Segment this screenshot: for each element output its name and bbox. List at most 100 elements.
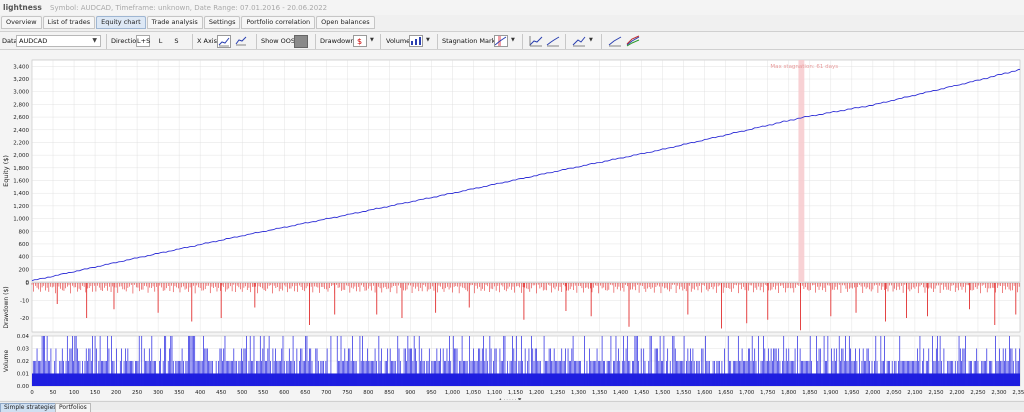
y-tick-label: 2,200	[13, 140, 29, 146]
x-tick-label: 350	[174, 390, 185, 396]
toolbar-divider	[565, 34, 566, 49]
toolbar-divider	[192, 34, 193, 49]
tab-portfolios[interactable]: Portfolios	[55, 403, 91, 412]
app-subtitle: Symbol: AUDCAD, Timeframe: unknown, Date…	[50, 4, 328, 12]
chevron-down-icon[interactable]: ▼	[589, 37, 593, 43]
x-tick-label: 1,950	[844, 390, 860, 396]
y-tick-label: 0.02	[17, 359, 29, 365]
x-tick-label: 0	[30, 390, 34, 396]
x-tick-label: 1,050	[466, 390, 482, 396]
title-bar: lightness Symbol: AUDCAD, Timeframe: unk…	[0, 0, 1024, 15]
toolbar-divider	[601, 34, 602, 49]
drawdown-y-axis-label: Drawdown ($)	[3, 286, 10, 328]
toolbar-divider	[106, 34, 107, 49]
equity-y-axis-label: Equity ($)	[2, 155, 10, 187]
x-tick-label: 1,850	[802, 390, 818, 396]
app-name: lightness	[3, 3, 42, 12]
x-tick-label: 50	[50, 390, 57, 396]
tab-bar: Overview List of trades Equity chart Tra…	[0, 16, 375, 30]
y-tick-label: 200	[19, 267, 30, 273]
stagnation-band	[798, 60, 805, 282]
y-tick-label: 3,000	[13, 90, 29, 96]
chart-toolbar: Data AUDCAD ▼ Direction L+S L S X Axis S…	[0, 31, 1024, 50]
x-tick-label: 650	[300, 390, 311, 396]
stagnation-marker-icon[interactable]	[494, 35, 508, 47]
volume-label: Volume	[386, 37, 411, 45]
y-tick-label: 1,200	[13, 204, 29, 210]
x-tick-label: 1,900	[823, 390, 839, 396]
tab-trade-analysis[interactable]: Trade analysis	[146, 16, 203, 29]
drawdown-dollar-icon[interactable]: $	[353, 35, 367, 47]
x-tick-label: 2,000	[865, 390, 881, 396]
chart-balance-icon[interactable]	[546, 35, 560, 48]
tab-open-balances[interactable]: Open balances	[316, 16, 375, 29]
x-tick-label: 2,250	[970, 390, 986, 396]
chart-compare-icon[interactable]	[608, 35, 622, 48]
x-axis-trades-icon[interactable]	[217, 35, 231, 48]
y-tick-label: -20	[20, 316, 29, 322]
y-tick-label: 2,600	[13, 115, 29, 121]
chart-multi-series-icon[interactable]	[626, 35, 640, 48]
x-axis-time-icon[interactable]	[235, 35, 249, 48]
toolbar-divider	[380, 34, 381, 49]
x-tick-label: 2,350	[1012, 390, 1024, 396]
x-tick-label: 1,100	[487, 390, 503, 396]
y-tick-label: 0.03	[17, 347, 30, 353]
x-tick-label: 2,050	[886, 390, 902, 396]
y-tick-label: 2,400	[13, 128, 29, 134]
y-tick-label: 0.04	[17, 334, 30, 340]
toolbar-divider	[256, 34, 257, 49]
chevron-down-icon[interactable]: ▼	[370, 37, 374, 43]
svg-text:$: $	[357, 37, 362, 46]
chevron-down-icon[interactable]: ▼	[511, 37, 515, 43]
drawdown-label: Drawdown	[320, 37, 355, 45]
x-tick-label: 2,150	[928, 390, 944, 396]
x-tick-label: 1,350	[592, 390, 608, 396]
data-select-value: AUDCAD	[19, 37, 48, 45]
tab-simple-strategies[interactable]: Simple strategies	[0, 403, 61, 412]
tab-list-of-trades[interactable]: List of trades	[42, 16, 96, 29]
toolbar-divider	[315, 34, 316, 49]
y-tick-label: 600	[19, 242, 30, 248]
y-tick-label: 2,800	[13, 102, 29, 108]
chevron-down-icon: ▼	[92, 37, 97, 44]
toolbar-divider	[522, 34, 523, 49]
x-tick-label: 200	[111, 390, 122, 396]
tab-overview[interactable]: Overview	[1, 16, 42, 29]
x-tick-label: 1,300	[571, 390, 587, 396]
x-tick-label: 500	[237, 390, 248, 396]
show-oos-label: Show OOS	[261, 37, 295, 45]
y-tick-label: 2,000	[13, 153, 29, 159]
x-tick-label: 800	[363, 390, 374, 396]
bottom-tab-bar: Simple strategies Portfolios	[0, 401, 1024, 412]
volume-auto-icon[interactable]	[409, 35, 423, 47]
stagnation-annotation: Max stagnation: 61 days	[770, 64, 838, 70]
tab-portfolio-correlation[interactable]: Portfolio correlation	[241, 16, 316, 29]
x-axis-label: X Axis	[197, 37, 218, 45]
chart-equity-icon[interactable]	[529, 35, 543, 48]
volume-y-axis-label: Volume	[3, 350, 10, 373]
y-tick-label: 1,600	[13, 179, 29, 185]
y-tick-label: 0.00	[17, 384, 30, 390]
data-select[interactable]: AUDCAD ▼	[16, 35, 101, 47]
tab-settings[interactable]: Settings	[203, 16, 241, 29]
direction-long-button[interactable]: L	[154, 35, 167, 47]
y-tick-label: 3,200	[13, 77, 29, 83]
x-tick-label: 150	[90, 390, 101, 396]
x-tick-label: 1,800	[781, 390, 797, 396]
y-tick-label: 0	[26, 281, 30, 287]
y-tick-label: 1,800	[13, 166, 29, 172]
chevron-down-icon[interactable]: ▼	[426, 37, 430, 43]
chart-type-icon[interactable]	[572, 35, 586, 48]
direction-short-button[interactable]: S	[170, 35, 183, 47]
equity-chart-svg: 0 200 400 600 800 1,000 1,200 1,400 1,600 1,800 2,…	[2, 59, 1024, 403]
x-tick-label: 100	[69, 390, 80, 396]
x-tick-label: 1,750	[760, 390, 776, 396]
x-tick-label: 400	[195, 390, 206, 396]
y-tick-label: -10	[20, 299, 29, 305]
direction-ls-button[interactable]: L+S	[136, 35, 150, 47]
show-oos-toggle[interactable]	[294, 35, 308, 48]
x-tick-label: 1,500	[655, 390, 671, 396]
tab-equity-chart[interactable]: Equity chart	[96, 16, 146, 29]
x-tick-label: 1,400	[613, 390, 629, 396]
